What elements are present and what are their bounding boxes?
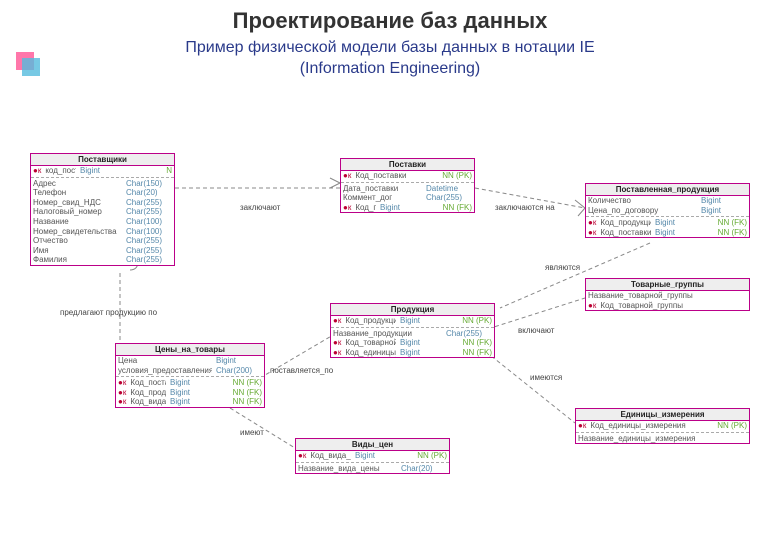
rel-label-exist: имеются <box>530 373 562 382</box>
entity-header: Поставленная_продукция <box>586 184 749 196</box>
rel-label-include: включают <box>518 326 554 335</box>
diagram-canvas: Поставщики ●ккод_поставщикаBigintN Адрес… <box>0 128 780 548</box>
accent-decoration <box>16 52 34 70</box>
entity-products: Продукция ●кКод_продукцииBigintNN (PK) Н… <box>330 303 495 358</box>
entity-header: Единицы_измерения <box>576 409 749 421</box>
entity-suppliers: Поставщики ●ккод_поставщикаBigintN Адрес… <box>30 153 175 266</box>
entity-header: Поставки <box>341 159 474 171</box>
page-title: Проектирование баз данных <box>0 8 780 34</box>
entity-header: Виды_цен <box>296 439 449 451</box>
entity-supply-products: Поставленная_продукция КоличествоBigint … <box>585 183 750 238</box>
rel-label-concluded-on: заключаются на <box>495 203 555 212</box>
rel-label-have: имеют <box>240 428 264 437</box>
entity-header: Продукция <box>331 304 494 316</box>
entity-pricelist: Цены_на_товары ЦенаBigint условия_предос… <box>115 343 265 408</box>
entity-product-groups: Товарные_группы Название_товарной_группы… <box>585 278 750 311</box>
page-subtitle: Пример физической модели базы данных в н… <box>0 38 780 80</box>
entity-deliveries: Поставки ●кКод_поставкиNN (PK) Дата_пост… <box>340 158 475 213</box>
entity-units: Единицы_измерения ●кКод_единицы_измерени… <box>575 408 750 444</box>
rel-label-supplied-by: поставляется_по <box>270 366 333 375</box>
entity-header: Цены_на_товары <box>116 344 264 356</box>
rel-label-offer: предлагают продукцию по <box>60 308 157 317</box>
rel-label-conclude: заключают <box>240 203 280 212</box>
subtitle-line-2: (Information Engineering) <box>0 59 780 80</box>
entity-price-types: Виды_цен ●кКод_вида_ценыBigintNN (PK) На… <box>295 438 450 474</box>
entity-header: Поставщики <box>31 154 174 166</box>
subtitle-line-1: Пример физической модели базы данных в н… <box>0 38 780 59</box>
rel-label-are: являются <box>545 263 580 272</box>
entity-header: Товарные_группы <box>586 279 749 291</box>
